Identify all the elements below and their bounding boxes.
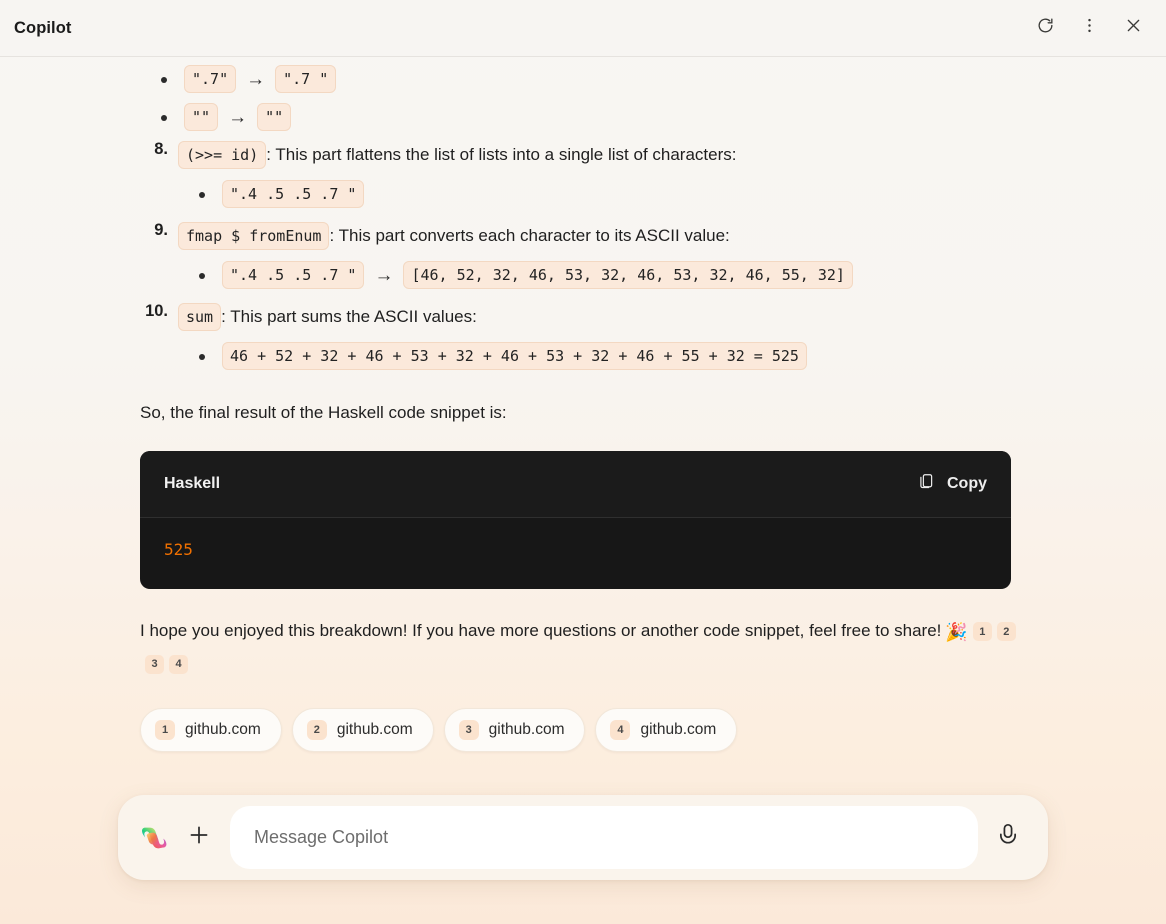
code-chip: ".4 .5 .5 .7 " (222, 261, 365, 289)
copilot-logo-icon[interactable] (138, 822, 170, 854)
code-language-label: Haskell (164, 475, 221, 492)
code-chip: fmap $ fromEnum (178, 222, 330, 250)
source-number: 2 (306, 719, 327, 740)
step-item-8: 8. (>>= id) : This part flattens the lis… (140, 140, 1106, 209)
refresh-icon (1036, 16, 1055, 40)
inline-citation-3[interactable]: 3 (145, 654, 164, 674)
step-bullets: ".4 .5 .5 .7 " → [46, 52, 32, 46, 53, 32… (178, 260, 1106, 290)
arrow-icon: → (228, 106, 248, 128)
title-bar-actions (1024, 10, 1154, 46)
code-chip-sum: 46 + 52 + 32 + 46 + 53 + 32 + 46 + 53 + … (222, 342, 807, 370)
previous-step-bullets: ".7" → ".7 " "" → "" (140, 64, 1106, 132)
plus-icon (186, 822, 212, 853)
code-output-value: 525 (164, 540, 193, 559)
code-chip: sum (178, 303, 222, 331)
voice-input-button[interactable] (982, 812, 1034, 864)
message-input[interactable] (230, 806, 978, 869)
title-bar: Copilot (0, 0, 1166, 57)
code-chip: (>>= id) (178, 141, 267, 169)
code-chip: ".7" (184, 65, 237, 93)
code-block: Haskell Copy 525 (140, 451, 1011, 589)
step-item-9: 9. fmap $ fromEnum : This part converts … (140, 221, 1106, 290)
source-chip-2[interactable]: 2 github.com (291, 707, 434, 752)
closing-text: I hope you enjoyed this breakdown! If yo… (140, 621, 942, 640)
result-intro-text: So, the final result of the Haskell code… (140, 403, 507, 422)
steps-list: 8. (>>= id) : This part flattens the lis… (140, 140, 1106, 371)
source-label: github.com (185, 720, 261, 738)
closing-paragraph: I hope you enjoyed this breakdown! If yo… (140, 615, 1020, 680)
list-item: "" → "" (140, 102, 1106, 132)
arrow-icon: → (374, 264, 394, 286)
copilot-window: Copilot ".7" → ".7 " "" → "" 8. (>>= id)… (0, 0, 1166, 924)
close-button[interactable] (1112, 10, 1154, 46)
more-options-button[interactable] (1068, 10, 1110, 46)
source-label: github.com (488, 720, 565, 738)
source-label: github.com (336, 720, 413, 738)
arrow-icon: → (246, 68, 266, 90)
step-bullets: ".4 .5 .5 .7 " (178, 179, 1106, 209)
code-chip: ".7 " (275, 65, 337, 93)
code-chip: "" (257, 103, 292, 131)
refresh-button[interactable] (1024, 10, 1066, 46)
step-number: 8. (154, 140, 168, 158)
inline-citation-4[interactable]: 4 (169, 654, 188, 674)
source-number: 3 (458, 719, 479, 740)
code-chip: ".4 .5 .5 .7 " (222, 180, 365, 208)
app-title: Copilot (14, 18, 72, 37)
conversation-scroll-area[interactable]: ".7" → ".7 " "" → "" 8. (>>= id) : This … (0, 57, 1166, 795)
source-number: 4 (610, 719, 631, 740)
party-popper-icon: 🎉 (945, 621, 968, 642)
inline-citation-1[interactable]: 1 (972, 622, 992, 642)
add-attachment-button[interactable] (176, 815, 222, 861)
composer-container (0, 795, 1166, 924)
sources-list: 1 github.com 2 github.com 3 github.com 4… (140, 707, 1106, 752)
copy-icon (917, 472, 935, 496)
source-chip-1[interactable]: 1 github.com (140, 707, 282, 752)
code-chip: "" (184, 103, 219, 131)
step-content: fmap $ fromEnum : This part converts eac… (178, 221, 1106, 251)
source-chip-4[interactable]: 4 github.com (595, 707, 738, 752)
microphone-icon (995, 822, 1021, 853)
copy-button[interactable]: Copy (917, 472, 987, 496)
inline-citation-2[interactable]: 2 (996, 622, 1016, 642)
step-bullets: 46 + 52 + 32 + 46 + 53 + 32 + 46 + 53 + … (178, 341, 1106, 371)
list-item: 46 + 52 + 32 + 46 + 53 + 32 + 46 + 53 + … (178, 341, 1106, 371)
more-vertical-icon (1080, 16, 1099, 40)
code-chip-ascii-array: [46, 52, 32, 46, 53, 32, 46, 53, 32, 46,… (403, 261, 853, 289)
code-block-body[interactable]: 525 (140, 518, 1011, 589)
source-label: github.com (640, 720, 717, 738)
step-text: : This part sums the ASCII values: (221, 307, 477, 326)
step-item-10: 10. sum : This part sums the ASCII value… (140, 302, 1106, 371)
step-content: sum : This part sums the ASCII values: (178, 302, 1106, 332)
step-text: : This part flattens the list of lists i… (266, 145, 737, 164)
code-block-header: Haskell Copy (140, 451, 1011, 518)
copy-label: Copy (947, 475, 987, 492)
step-content: (>>= id) : This part flattens the list o… (178, 140, 1106, 170)
list-item: ".4 .5 .5 .7 " → [46, 52, 32, 46, 53, 32… (178, 260, 1106, 290)
list-item: ".7" → ".7 " (140, 64, 1106, 94)
close-icon (1124, 16, 1143, 40)
source-number: 1 (155, 719, 175, 740)
assistant-message: ".7" → ".7 " "" → "" 8. (>>= id) : This … (0, 57, 1166, 752)
source-chip-3[interactable]: 3 github.com (443, 707, 586, 752)
step-number: 9. (154, 221, 168, 239)
composer (118, 795, 1048, 880)
step-number: 10. (145, 302, 168, 320)
list-item: ".4 .5 .5 .7 " (178, 179, 1106, 209)
step-text: : This part converts each character to i… (329, 226, 730, 245)
